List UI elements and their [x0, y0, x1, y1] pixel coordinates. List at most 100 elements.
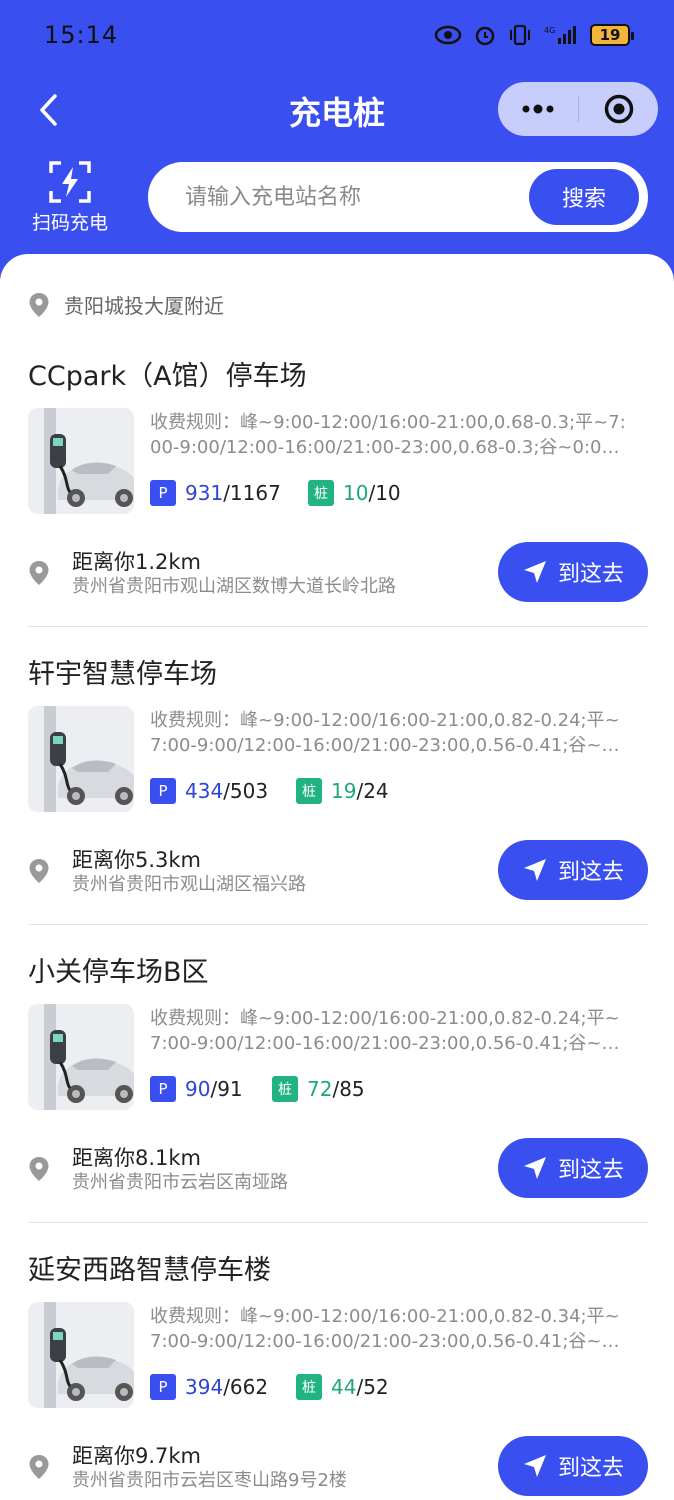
pricing-rule: 收费规则：峰~9:00-12:00/16:00-21:00,0.82-0.24;…: [150, 708, 648, 758]
navigation-arrow-icon: [523, 859, 546, 881]
navigate-button[interactable]: 到这去: [498, 542, 648, 602]
target-icon: [604, 94, 633, 124]
more-dots-icon: [522, 104, 554, 114]
pricing-rule-line1: 收费规则：峰~9:00-12:00/16:00-21:00,0.82-0.24;…: [150, 1008, 620, 1029]
scan-bolt-icon: [49, 161, 91, 203]
pile-total: /10: [368, 481, 401, 505]
distance-row: 距离你8.1km 贵州省贵阳市云岩区南垭路 到这去: [28, 1138, 648, 1198]
parking-badge: P: [150, 778, 176, 804]
parking-total: /91: [210, 1077, 243, 1101]
location-pin-icon: [29, 859, 49, 883]
pile-badge: 桩: [308, 480, 334, 506]
divider: [28, 924, 648, 925]
search-button[interactable]: 搜索: [529, 169, 639, 225]
navigation-arrow-icon: [523, 1455, 546, 1477]
parking-badge: P: [150, 1076, 176, 1102]
search-bar: 搜索: [148, 162, 648, 232]
navigate-label: 到这去: [557, 860, 624, 885]
battery-indicator: 19: [590, 24, 634, 46]
parking-total: /662: [223, 1375, 269, 1399]
parking-total: /503: [223, 779, 269, 803]
pricing-rule: 收费规则：峰~9:00-12:00/16:00-21:00,0.68-0.3;平…: [150, 410, 648, 460]
navigate-label: 到这去: [557, 1456, 624, 1481]
pile-total: /52: [356, 1375, 389, 1399]
availability-counts: P 931 /1167 桩 10 /10: [150, 480, 401, 506]
pile-count: 桩 72 /85: [272, 1076, 365, 1102]
signal-icon: 4G: [544, 26, 576, 44]
pricing-rule: 收费规则：峰~9:00-12:00/16:00-21:00,0.82-0.24;…: [150, 1006, 648, 1056]
navigate-button[interactable]: 到这去: [498, 1138, 648, 1198]
svg-text:4G: 4G: [544, 26, 555, 35]
scan-charge-label: 扫码充电: [31, 212, 108, 234]
alarm-icon: [475, 26, 495, 46]
miniprogram-capsule: [498, 82, 658, 136]
parking-badge: P: [150, 480, 176, 506]
close-miniprogram-button[interactable]: [579, 82, 658, 136]
navigate-label: 到这去: [557, 562, 624, 587]
station-name: 轩宇智慧停车场: [28, 659, 217, 690]
distance-row: 距离你1.2km 贵州省贵阳市观山湖区数博大道长岭北路 到这去: [28, 542, 648, 602]
pricing-rule-line2: 00-9:00/12:00-16:00/21:00-23:00,0.68-0.3…: [150, 437, 620, 458]
pricing-rule-line2: 7:00-9:00/12:00-16:00/21:00-23:00,0.56-0…: [150, 1331, 620, 1352]
charger-thumbnail: [28, 1302, 134, 1408]
scan-charge-button[interactable]: 扫码充电: [22, 160, 118, 236]
status-time: 15:14: [44, 21, 119, 49]
pile-total: /24: [356, 779, 389, 803]
parking-count: P 90 /91: [150, 1076, 272, 1102]
divider: [28, 1222, 648, 1223]
charger-car-image: [28, 408, 134, 514]
parking-count: P 394 /662: [150, 1374, 296, 1400]
navigate-button[interactable]: 到这去: [498, 1436, 648, 1496]
distance-row: 距离你5.3km 贵州省贵阳市观山湖区福兴路 到这去: [28, 840, 648, 900]
location-pin-icon: [29, 1455, 49, 1479]
navigate-label: 到这去: [557, 1158, 624, 1183]
charger-car-image: [28, 1302, 134, 1408]
pile-free: 10: [343, 481, 369, 505]
navigate-button[interactable]: 到这去: [498, 840, 648, 900]
parking-free: 394: [185, 1375, 224, 1399]
charger-thumbnail: [28, 1004, 134, 1110]
parking-badge: P: [150, 1374, 176, 1400]
pricing-rule-line1: 收费规则：峰~9:00-12:00/16:00-21:00,0.68-0.3;平…: [150, 412, 626, 433]
pile-free: 72: [307, 1077, 333, 1101]
pricing-rule: 收费规则：峰~9:00-12:00/16:00-21:00,0.82-0.34;…: [150, 1304, 648, 1354]
location-pin-icon: [29, 292, 49, 317]
location-text: 贵阳城投大厦附近: [64, 294, 224, 318]
parking-count: P 434 /503: [150, 778, 296, 804]
location-pin-icon: [29, 561, 49, 585]
pile-free: 19: [331, 779, 357, 803]
pile-badge: 桩: [296, 1374, 322, 1400]
charger-car-image: [28, 706, 134, 812]
availability-counts: P 434 /503 桩 19 /24: [150, 778, 389, 804]
navigation-arrow-icon: [523, 561, 546, 583]
status-icons: 4G 19: [434, 24, 634, 46]
pile-free: 44: [331, 1375, 357, 1399]
station-name: CCpark（A馆）停车场: [28, 361, 307, 392]
pricing-rule-line2: 7:00-9:00/12:00-16:00/21:00-23:00,0.56-0…: [150, 1033, 620, 1054]
pile-badge: 桩: [272, 1076, 298, 1102]
divider: [28, 626, 648, 627]
location-pin-icon: [29, 1157, 49, 1181]
station-name: 延安西路智慧停车楼: [28, 1255, 271, 1286]
charger-thumbnail: [28, 706, 134, 812]
parking-free: 90: [185, 1077, 211, 1101]
search-input[interactable]: [151, 184, 529, 210]
more-button[interactable]: [498, 82, 578, 136]
address-text: 贵州省贵阳市观山湖区数博大道长岭北路: [72, 576, 396, 597]
parking-total: /1167: [223, 481, 281, 505]
distance-row: 距离你9.7km 贵州省贵阳市云岩区枣山路9号2楼 到这去: [28, 1436, 648, 1496]
charger-thumbnail: [28, 408, 134, 514]
pricing-rule-line2: 7:00-9:00/12:00-16:00/21:00-23:00,0.56-0…: [150, 735, 620, 756]
address-text: 贵州省贵阳市云岩区枣山路9号2楼: [72, 1470, 347, 1491]
station-name: 小关停车场B区: [28, 957, 209, 988]
availability-counts: P 90 /91 桩 72 /85: [150, 1076, 365, 1102]
vibrate-icon: [510, 24, 530, 46]
pile-count: 桩 44 /52: [296, 1374, 389, 1400]
status-bar: 15:14 4G 19: [0, 0, 674, 70]
address-text: 贵州省贵阳市观山湖区福兴路: [72, 874, 306, 895]
pricing-rule-line1: 收费规则：峰~9:00-12:00/16:00-21:00,0.82-0.34;…: [150, 1306, 620, 1327]
pile-total: /85: [332, 1077, 365, 1101]
navigation-arrow-icon: [523, 1157, 546, 1179]
station-list-panel: 贵阳城投大厦附近 CCpark（A馆）停车场 收费规则：峰~9:00-12:00…: [0, 254, 674, 1500]
pricing-rule-line1: 收费规则：峰~9:00-12:00/16:00-21:00,0.82-0.24;…: [150, 710, 620, 731]
